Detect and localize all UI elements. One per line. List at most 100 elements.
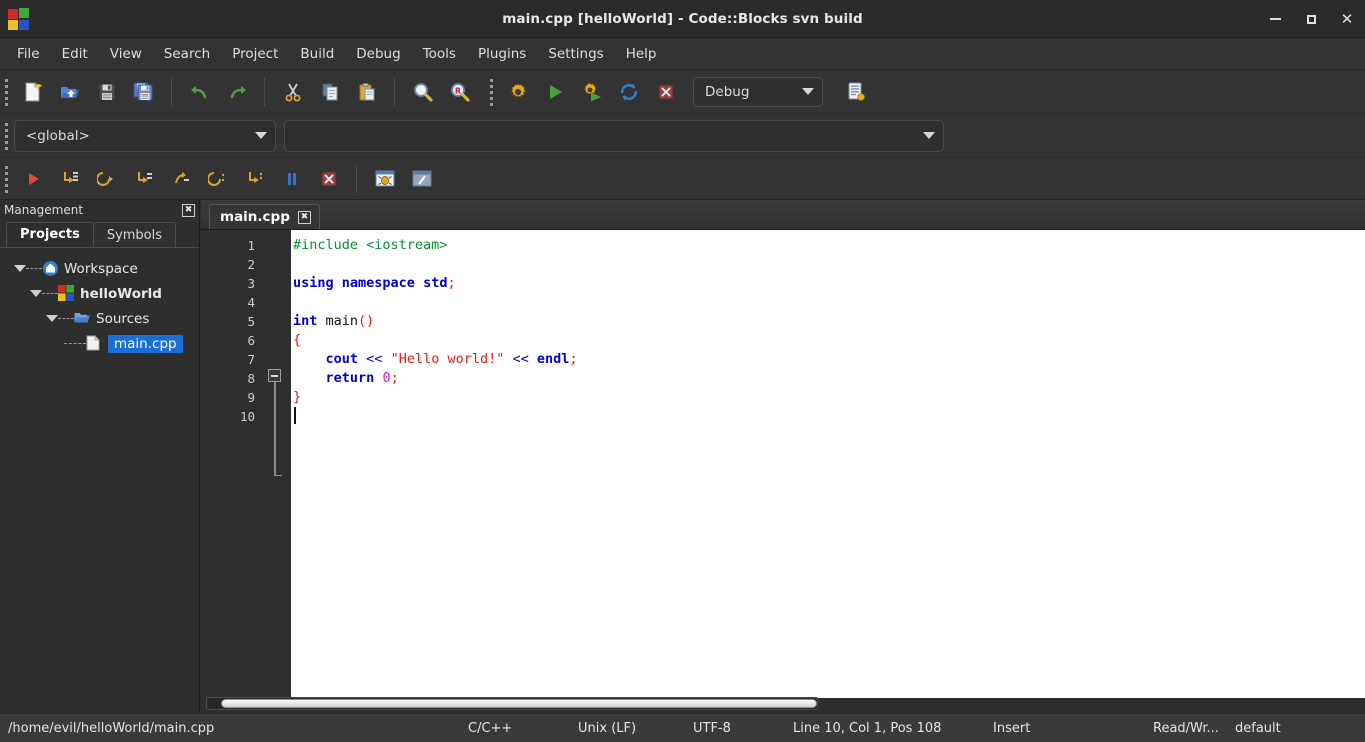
find-icon[interactable] bbox=[404, 74, 441, 110]
fold-margin[interactable] bbox=[263, 230, 291, 698]
code-line-1: #include <iostream> bbox=[291, 236, 1365, 255]
menu-project[interactable]: Project bbox=[221, 42, 289, 66]
debugging-windows-icon[interactable] bbox=[366, 161, 403, 197]
step-into-instruction-icon[interactable] bbox=[236, 161, 273, 197]
tree-item-project[interactable]: helloWorld bbox=[6, 281, 199, 306]
tree-item-file[interactable]: main.cpp bbox=[6, 331, 199, 356]
line-number-gutter: 1 2 3 4 5 6 7 8 9 10 bbox=[201, 230, 263, 698]
copy-icon[interactable] bbox=[311, 74, 348, 110]
tab-projects[interactable]: Projects bbox=[6, 222, 94, 247]
file-icon bbox=[86, 335, 103, 352]
save-all-icon[interactable] bbox=[125, 74, 162, 110]
menu-help[interactable]: Help bbox=[615, 42, 668, 66]
menu-plugins[interactable]: Plugins bbox=[467, 42, 537, 66]
line-number: 3 bbox=[201, 274, 263, 293]
step-into-icon[interactable] bbox=[125, 161, 162, 197]
toolbar-grip[interactable] bbox=[487, 77, 496, 107]
editor-area: main.cpp ✖ 1 2 3 4 5 6 7 8 9 10 #include… bbox=[201, 200, 1365, 713]
next-instruction-icon[interactable] bbox=[199, 161, 236, 197]
status-permissions: Read/Wr... bbox=[1153, 721, 1235, 736]
save-icon[interactable] bbox=[88, 74, 125, 110]
minimize-icon[interactable] bbox=[1257, 0, 1293, 38]
menu-settings[interactable]: Settings bbox=[537, 42, 614, 66]
main-toolbar: R De bbox=[0, 70, 1365, 114]
toolbar-separator bbox=[171, 78, 172, 106]
code-text[interactable]: #include <iostream> using namespace std;… bbox=[291, 230, 1365, 698]
toolbar-separator bbox=[394, 78, 395, 106]
debug-continue-icon[interactable] bbox=[14, 161, 51, 197]
toolbar-separator bbox=[264, 78, 265, 106]
code-line-3: using namespace std; bbox=[291, 274, 1365, 293]
menu-search[interactable]: Search bbox=[153, 42, 221, 66]
horizontal-scrollbar[interactable] bbox=[206, 697, 818, 710]
redo-icon[interactable] bbox=[218, 74, 255, 110]
toolbar-grip[interactable] bbox=[2, 164, 11, 194]
build-target-select[interactable]: Debug bbox=[693, 77, 823, 107]
text-caret bbox=[294, 407, 296, 424]
function-select[interactable] bbox=[284, 120, 944, 152]
menu-debug[interactable]: Debug bbox=[345, 42, 411, 66]
menu-file[interactable]: File bbox=[6, 42, 51, 66]
fold-collapse-icon[interactable] bbox=[268, 369, 281, 382]
step-out-icon[interactable] bbox=[162, 161, 199, 197]
tree-item-sources[interactable]: Sources bbox=[6, 306, 199, 331]
various-info-icon[interactable] bbox=[403, 161, 440, 197]
paste-icon[interactable] bbox=[348, 74, 385, 110]
menu-view[interactable]: View bbox=[99, 42, 153, 66]
abort-icon[interactable] bbox=[647, 74, 684, 110]
line-number: 7 bbox=[201, 350, 263, 369]
tab-symbols[interactable]: Symbols bbox=[93, 222, 176, 247]
toolbar-grip[interactable] bbox=[2, 77, 11, 107]
next-line-icon[interactable] bbox=[88, 161, 125, 197]
toolbar-separator bbox=[356, 165, 357, 193]
tree-connector bbox=[42, 293, 58, 294]
build-icon[interactable] bbox=[499, 74, 536, 110]
build-and-run-icon[interactable] bbox=[573, 74, 610, 110]
open-file-icon[interactable] bbox=[51, 74, 88, 110]
toolbar-grip[interactable] bbox=[2, 121, 11, 151]
cut-icon[interactable] bbox=[274, 74, 311, 110]
management-header: Management ✖ bbox=[0, 200, 199, 220]
status-line-endings: Unix (LF) bbox=[578, 721, 693, 736]
undo-icon[interactable] bbox=[181, 74, 218, 110]
menu-tools[interactable]: Tools bbox=[412, 42, 467, 66]
chevron-down-icon bbox=[802, 88, 814, 95]
tree-connector bbox=[26, 268, 42, 269]
window-controls: ✕ bbox=[1257, 0, 1365, 38]
maximize-icon[interactable] bbox=[1293, 0, 1329, 38]
tree-item-workspace[interactable]: Workspace bbox=[6, 256, 199, 281]
expand-arrow-icon[interactable] bbox=[14, 265, 26, 272]
run-to-cursor-icon[interactable] bbox=[51, 161, 88, 197]
expand-arrow-icon[interactable] bbox=[46, 315, 58, 322]
editor-tab-main-cpp[interactable]: main.cpp ✖ bbox=[209, 204, 320, 229]
replace-icon[interactable]: R bbox=[441, 74, 478, 110]
title-bar: main.cpp [helloWorld] - Code::Blocks svn… bbox=[0, 0, 1365, 38]
new-file-icon[interactable] bbox=[14, 74, 51, 110]
tree-connector bbox=[64, 343, 86, 344]
stop-debugger-icon[interactable] bbox=[310, 161, 347, 197]
scrollbar-thumb[interactable] bbox=[221, 699, 817, 708]
debug-toolbar bbox=[0, 158, 1365, 200]
line-number: 9 bbox=[201, 388, 263, 407]
chevron-down-icon bbox=[255, 132, 267, 139]
rebuild-icon[interactable] bbox=[610, 74, 647, 110]
line-number: 10 bbox=[201, 407, 263, 426]
fold-range-line bbox=[274, 382, 276, 476]
run-icon[interactable] bbox=[536, 74, 573, 110]
break-debugger-icon[interactable] bbox=[273, 161, 310, 197]
code-editor[interactable]: 1 2 3 4 5 6 7 8 9 10 #include <iostream>… bbox=[201, 230, 1365, 698]
code-token-include: #include <iostream> bbox=[293, 237, 447, 253]
close-panel-icon[interactable]: ✖ bbox=[182, 204, 195, 217]
menu-build[interactable]: Build bbox=[289, 42, 345, 66]
build-target-options-icon[interactable] bbox=[837, 74, 874, 110]
code-line-8: return 0; bbox=[291, 369, 1365, 388]
menu-bar: File Edit View Search Project Build Debu… bbox=[0, 38, 1365, 70]
workspace-icon bbox=[42, 260, 59, 277]
menu-edit[interactable]: Edit bbox=[51, 42, 99, 66]
expand-arrow-icon[interactable] bbox=[30, 290, 42, 297]
tree-label-main-cpp[interactable]: main.cpp bbox=[108, 335, 183, 353]
scope-select[interactable]: <global> bbox=[14, 120, 276, 152]
close-tab-icon[interactable]: ✖ bbox=[298, 211, 311, 224]
code-line-6: { bbox=[291, 331, 1365, 350]
close-icon[interactable]: ✕ bbox=[1329, 0, 1365, 38]
